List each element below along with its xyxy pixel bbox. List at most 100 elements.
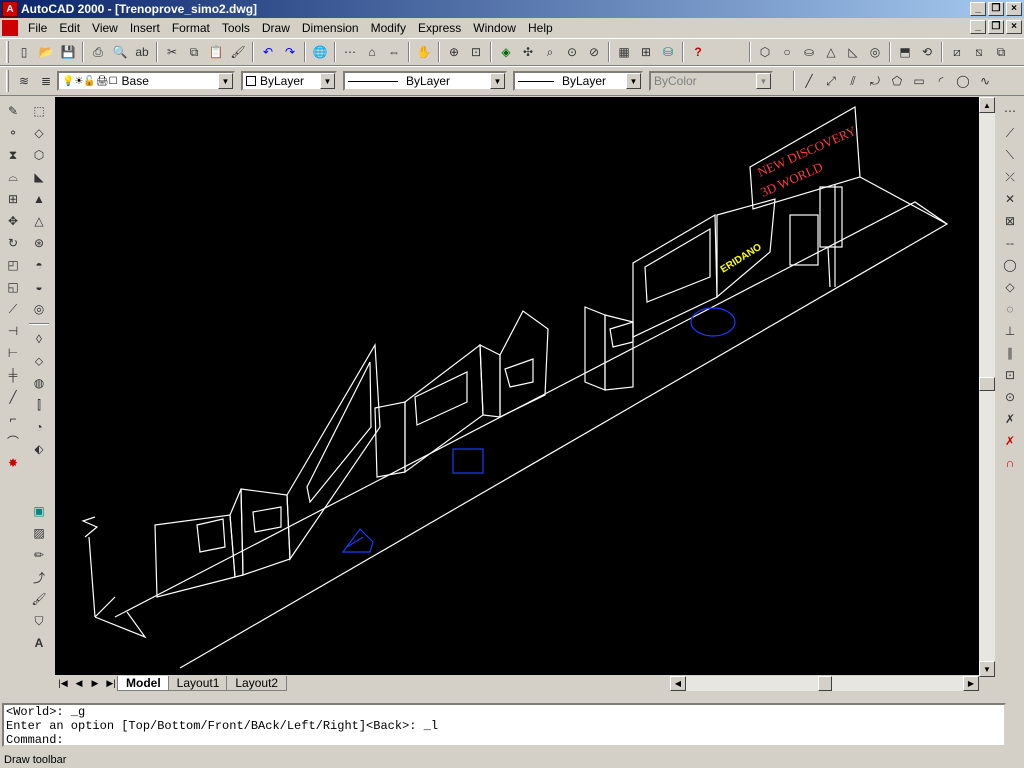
undo-icon[interactable]: ↶ [257,41,279,63]
chamfer-icon[interactable]: ⌐ [2,408,24,430]
menu-express[interactable]: Express [412,21,467,35]
snap-insert-icon[interactable]: ⊡ [999,364,1021,386]
match-properties-icon[interactable]: 🖌 [227,41,249,63]
lineweight-dropdown[interactable]: ByLayer ▼ [513,71,643,91]
menu-file[interactable]: File [22,21,53,35]
drawing-canvas[interactable]: NEW DISCOVERY 3D WORLD ERIDANO [55,97,979,677]
polyline-icon[interactable]: ⤾ [864,70,886,92]
ucs-icon[interactable]: ⌂ [361,41,383,63]
doc-minimize-button[interactable]: _ [970,20,986,34]
scroll-left-icon[interactable]: ◀ [670,676,686,691]
doc-restore-button[interactable]: ❐ [988,20,1004,34]
edge-surface-icon[interactable]: ⬖ [28,438,50,460]
chevron-down-icon[interactable]: ▼ [320,73,335,89]
trim-icon[interactable]: ⊣ [2,320,24,342]
pencil-icon[interactable]: ✏ [28,544,50,566]
menu-format[interactable]: Format [166,21,216,35]
menu-help[interactable]: Help [522,21,559,35]
snap-none-icon[interactable]: ✗ [999,430,1021,452]
move-icon[interactable]: ✥ [2,210,24,232]
torus-icon[interactable]: ◎ [864,41,886,63]
zoom-previous-icon[interactable]: ⊘ [583,41,605,63]
dbconnect-icon[interactable]: ⛁ [657,41,679,63]
vertical-scrollbar[interactable]: ▲ ▼ [979,97,995,677]
zoom-realtime-icon[interactable]: ⊕ [443,41,465,63]
chevron-down-icon[interactable]: ▼ [218,73,233,89]
offset-icon[interactable]: ⌓ [2,166,24,188]
lengthen-icon[interactable]: ⟋ [2,298,24,320]
3d-mesh-icon[interactable]: ⬦ [28,350,50,372]
redo-icon[interactable]: ↷ [279,41,301,63]
scroll-up-icon[interactable]: ▲ [979,97,995,113]
horizontal-scroll-thumb[interactable] [818,676,832,691]
document-icon[interactable] [2,20,18,36]
spelling-icon[interactable]: ab [131,41,153,63]
restore-button[interactable]: ❐ [988,2,1004,16]
help-icon[interactable]: ? [687,41,709,63]
dish-icon[interactable]: ◒ [28,276,50,298]
wedge-icon[interactable]: ◺ [842,41,864,63]
break-at-point-icon[interactable]: ╱ [2,386,24,408]
snap-from-icon[interactable]: ⟋ [999,122,1021,144]
pyramid-icon[interactable]: ▲ [28,188,50,210]
revolve-icon[interactable]: ⟲ [916,41,938,63]
brush-icon[interactable]: 🖌 [28,588,50,610]
tab-model[interactable]: Model [117,676,170,691]
solid-cone-icon[interactable]: △ [28,210,50,232]
rectangle-icon[interactable]: ▭ [908,70,930,92]
menu-modify[interactable]: Modify [365,21,412,35]
fillet-icon[interactable]: ⌒ [2,430,24,452]
circle-icon[interactable]: ◯ [952,70,974,92]
layer-dropdown[interactable]: 💡☀🔓🖨☐ Base ▼ [57,71,235,91]
aerial-view-icon[interactable]: ◈ [495,41,517,63]
shade-icon[interactable]: ◇ [28,122,50,144]
snap-quadrant-icon[interactable]: ◇ [999,276,1021,298]
snap-tracking-icon[interactable]: ⋯ [999,100,1021,122]
interference-icon[interactable]: ⧉ [990,41,1012,63]
zoom-extents-icon[interactable]: ⊙ [561,41,583,63]
section-icon[interactable]: ⧅ [968,41,990,63]
text-icon[interactable]: A [28,632,50,654]
zoom-window-icon[interactable]: ⊡ [465,41,487,63]
distance-icon[interactable]: ⇔ [383,41,405,63]
snap-extension-icon[interactable]: -- [999,232,1021,254]
tabulated-surface-icon[interactable]: ⫿ [28,394,50,416]
region-icon[interactable]: ▨ [28,522,50,544]
menu-draw[interactable]: Draw [256,21,296,35]
scale-icon[interactable]: ◰ [2,254,24,276]
command-prompt[interactable]: Command: [6,733,1004,747]
cut-icon[interactable]: ✂ [161,41,183,63]
toolbar-grip[interactable] [6,41,9,63]
snap-parallel-icon[interactable]: ∥ [999,342,1021,364]
copy-icon[interactable]: ⧉ [183,41,205,63]
save-icon[interactable]: 💾 [57,41,79,63]
pan-icon[interactable]: ✋ [413,41,435,63]
construction-line-icon[interactable]: ⤢ [820,70,842,92]
command-window[interactable]: <World>: _g Enter an option [Top/Bottom/… [2,703,1006,747]
color-dropdown[interactable]: ByLayer ▼ [241,71,337,91]
open-icon[interactable]: 📂 [35,41,57,63]
menu-dimension[interactable]: Dimension [296,21,365,35]
revolved-surface-icon[interactable]: ◍ [28,372,50,394]
scroll-down-icon[interactable]: ▼ [979,661,995,677]
tab-layout2[interactable]: Layout2 [226,676,288,691]
solid-wedge-icon[interactable]: ◣ [28,166,50,188]
polygon-icon[interactable]: ⬠ [886,70,908,92]
box-icon[interactable]: ⬡ [754,41,776,63]
rotate-icon[interactable]: ↻ [2,232,24,254]
snap-nearest-icon[interactable]: ✗ [999,408,1021,430]
object-snap-icon[interactable]: ⋯ [339,41,361,63]
sphere-icon[interactable]: ○ [776,41,798,63]
menu-window[interactable]: Window [467,21,522,35]
dome-icon[interactable]: ◓ [28,254,50,276]
chevron-down-icon[interactable]: ▼ [490,73,505,89]
spline-icon[interactable]: ∿ [974,70,996,92]
render-icon[interactable]: ⬚ [28,100,50,122]
close-button[interactable]: × [1006,2,1022,16]
snap-midpoint-icon[interactable]: ⤫ [999,166,1021,188]
prev-tab-icon[interactable]: ◀ [71,676,87,691]
cone-icon[interactable]: △ [820,41,842,63]
osnap-settings-icon[interactable]: ∩ [999,452,1021,474]
solid-box-icon[interactable]: ⬡ [28,144,50,166]
cylinder-icon[interactable]: ⛀ [798,41,820,63]
